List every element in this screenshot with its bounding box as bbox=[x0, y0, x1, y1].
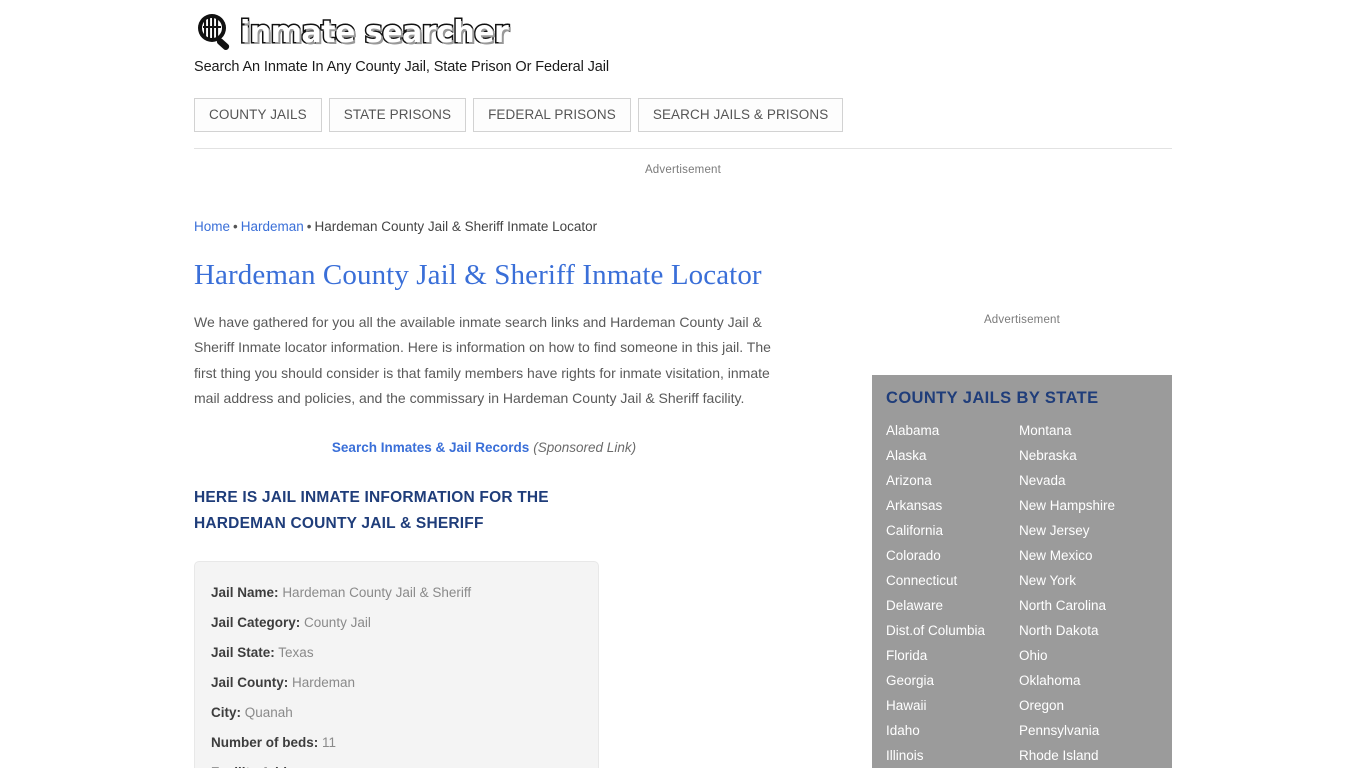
county-jails-by-state-panel: COUNTY JAILS BY STATE Alabama Montana Al… bbox=[872, 375, 1172, 768]
state-links-grid: Alabama Montana Alaska Nebraska Arizona … bbox=[872, 418, 1172, 768]
info-row-facility-address: Facility Address: bbox=[211, 758, 582, 768]
breadcrumb-separator-1: • bbox=[233, 219, 238, 234]
info-value-jail-category: County Jail bbox=[304, 615, 371, 631]
logo[interactable]: inmate searcher bbox=[194, 10, 1172, 56]
state-link-delaware[interactable]: Delaware bbox=[886, 593, 1019, 618]
state-link-oregon[interactable]: Oregon bbox=[1019, 693, 1172, 718]
state-link-new-mexico[interactable]: New Mexico bbox=[1019, 543, 1172, 568]
info-row-jail-category: Jail Category: County Jail bbox=[211, 608, 582, 638]
info-label-city: City: bbox=[211, 705, 241, 721]
main-nav: COUNTY JAILS STATE PRISONS FEDERAL PRISO… bbox=[194, 98, 844, 132]
info-row-jail-state: Jail State: Texas bbox=[211, 638, 582, 668]
sidebar-title: COUNTY JAILS BY STATE bbox=[886, 389, 1099, 407]
state-link-alabama[interactable]: Alabama bbox=[886, 418, 1019, 443]
jail-info-box: Jail Name: Hardeman County Jail & Sherif… bbox=[194, 561, 599, 768]
nav-item-federal-prisons[interactable]: FEDERAL PRISONS bbox=[473, 98, 631, 132]
state-link-pennsylvania[interactable]: Pennsylvania bbox=[1019, 718, 1172, 743]
nav-item-search-jails-prisons[interactable]: SEARCH JAILS & PRISONS bbox=[637, 98, 844, 132]
search-inmates-jail-records-link[interactable]: Search Inmates & Jail Records bbox=[332, 440, 529, 455]
info-value-city: Quanah bbox=[244, 705, 293, 721]
info-label-jail-category: Jail Category: bbox=[211, 615, 301, 631]
state-link-dist-of-columbia[interactable]: Dist.of Columbia bbox=[886, 618, 1019, 643]
nav-item-county-jails[interactable]: COUNTY JAILS bbox=[194, 98, 322, 132]
state-link-alaska[interactable]: Alaska bbox=[886, 443, 1019, 468]
info-row-city: City: Quanah bbox=[211, 698, 582, 728]
breadcrumb-separator-2: • bbox=[306, 219, 312, 234]
jail-info-section-heading: HERE IS JAIL INMATE INFORMATION FOR THE … bbox=[194, 489, 549, 533]
state-link-ohio[interactable]: Ohio bbox=[1019, 643, 1172, 668]
info-label-jail-state: Jail State: bbox=[211, 645, 275, 661]
state-link-nebraska[interactable]: Nebraska bbox=[1019, 443, 1172, 468]
info-value-jail-county: Hardeman bbox=[292, 675, 356, 691]
top-advertisement-label: Advertisement bbox=[644, 164, 722, 176]
sponsored-link-row: Search Inmates & Jail Records (Sponsored … bbox=[194, 440, 774, 455]
page-root: inmate searcher Search An Inmate In Any … bbox=[0, 0, 1366, 768]
sponsored-note: (Sponsored Link) bbox=[533, 440, 637, 456]
state-link-illinois[interactable]: Illinois bbox=[886, 743, 1019, 768]
info-value-jail-name: Hardeman County Jail & Sheriff bbox=[282, 585, 472, 601]
state-link-nevada[interactable]: Nevada bbox=[1019, 468, 1172, 493]
sidebar-advertisement-label: Advertisement bbox=[983, 314, 1061, 326]
state-link-new-hampshire[interactable]: New Hampshire bbox=[1019, 493, 1172, 518]
nav-item-state-prisons[interactable]: STATE PRISONS bbox=[328, 98, 467, 132]
state-link-north-dakota[interactable]: North Dakota bbox=[1019, 618, 1172, 643]
state-link-connecticut[interactable]: Connecticut bbox=[886, 568, 1019, 593]
info-row-number-of-beds: Number of beds: 11 bbox=[211, 728, 582, 758]
info-row-jail-county: Jail County: Hardeman bbox=[211, 668, 582, 698]
state-link-new-york[interactable]: New York bbox=[1019, 568, 1172, 593]
state-link-north-carolina[interactable]: North Carolina bbox=[1019, 593, 1172, 618]
main-content: Hardeman County Jail & Sheriff Inmate Lo… bbox=[194, 258, 794, 768]
site-header: inmate searcher Search An Inmate In Any … bbox=[194, 10, 1172, 75]
breadcrumb: Home • Hardeman • Hardeman County Jail & She… bbox=[194, 219, 597, 234]
state-link-florida[interactable]: Florida bbox=[886, 643, 1019, 668]
state-link-arkansas[interactable]: Arkansas bbox=[886, 493, 1019, 518]
breadcrumb-home-link[interactable]: Home bbox=[194, 219, 230, 234]
state-link-california[interactable]: California bbox=[886, 518, 1019, 543]
state-link-hawaii[interactable]: Hawaii bbox=[886, 693, 1019, 718]
info-value-number-of-beds: 11 bbox=[322, 735, 337, 751]
state-link-rhode-island[interactable]: Rhode Island bbox=[1019, 743, 1172, 768]
state-link-colorado[interactable]: Colorado bbox=[886, 543, 1019, 568]
header-divider bbox=[194, 148, 1172, 149]
info-row-jail-name: Jail Name: Hardeman County Jail & Sherif… bbox=[211, 578, 582, 608]
state-link-new-jersey[interactable]: New Jersey bbox=[1019, 518, 1172, 543]
info-label-number-of-beds: Number of beds: bbox=[211, 735, 319, 751]
state-link-oklahoma[interactable]: Oklahoma bbox=[1019, 668, 1172, 693]
info-label-jail-name: Jail Name: bbox=[211, 585, 279, 601]
state-link-montana[interactable]: Montana bbox=[1019, 418, 1172, 443]
page-title: Hardeman County Jail & Sheriff Inmate Lo… bbox=[194, 259, 762, 291]
logo-text: inmate searcher bbox=[238, 14, 510, 51]
breadcrumb-current: Hardeman County Jail & Sheriff Inmate Lo… bbox=[314, 219, 598, 234]
info-label-jail-county: Jail County: bbox=[211, 675, 289, 691]
state-link-georgia[interactable]: Georgia bbox=[886, 668, 1019, 693]
state-link-arizona[interactable]: Arizona bbox=[886, 468, 1019, 493]
site-tagline: Search An Inmate In Any County Jail, Sta… bbox=[194, 59, 610, 75]
info-value-jail-state: Texas bbox=[278, 645, 314, 661]
magnifier-prison-bars-icon bbox=[194, 11, 238, 55]
state-link-idaho[interactable]: Idaho bbox=[886, 718, 1019, 743]
breadcrumb-county-link[interactable]: Hardeman bbox=[241, 219, 304, 234]
intro-paragraph: We have gathered for you all the availab… bbox=[194, 314, 771, 406]
